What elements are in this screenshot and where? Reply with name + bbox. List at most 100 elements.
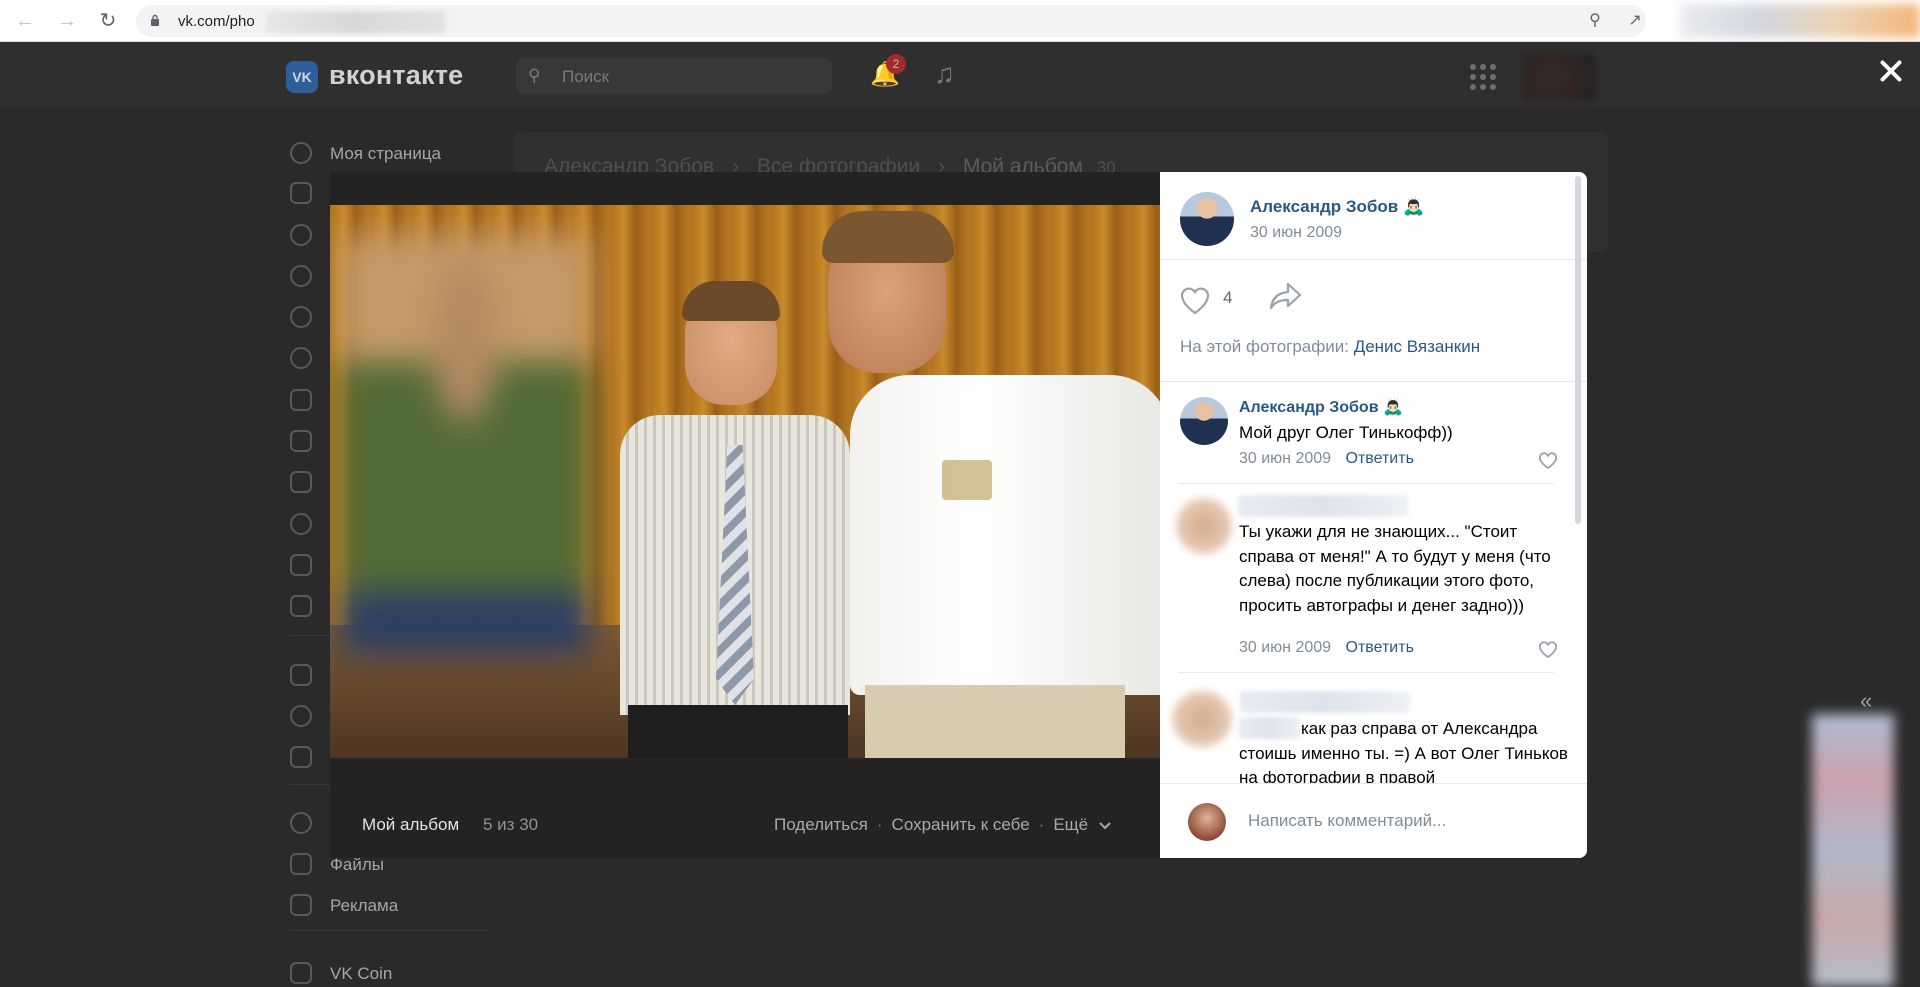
post-date: 30 июн 2009	[1250, 224, 1343, 241]
video-icon	[290, 471, 312, 493]
share-icon[interactable]: ↗	[1624, 11, 1646, 31]
comment-input[interactable]: Написать комментарий...	[1248, 811, 1446, 831]
sidebar-item-my-page[interactable]: Моя страница	[286, 140, 526, 166]
comment-text: как раз справа от Александра стоишь имен…	[1239, 719, 1568, 783]
apps-grid-icon[interactable]	[1470, 64, 1496, 90]
music-note-icon[interactable]: ♫	[934, 58, 955, 90]
sidebar-item-label: VK Coin	[330, 964, 393, 983]
comment-avatar[interactable]	[1176, 498, 1232, 554]
bookmarks-icon	[290, 595, 312, 617]
url-text: vk.com/pho	[178, 13, 255, 30]
comments-list: Александр Зобов 🙇🏻‍♂️ Мой друг Олег Тинь…	[1160, 383, 1573, 783]
comment-divider	[1178, 672, 1554, 673]
comment-text: Мой друг Олег Тинькофф))	[1239, 423, 1453, 442]
author-name[interactable]: Александр Зобов 🙇🏻‍♂️	[1250, 197, 1424, 217]
photo-blurred-person	[340, 235, 590, 655]
friends-icon	[290, 306, 312, 328]
close-icon[interactable]	[1876, 56, 1906, 86]
comment-meta: 30 июн 2009 Ответить	[1239, 450, 1414, 468]
sidebar-item-label: Моя страница	[330, 144, 442, 163]
sidebar-item-ads[interactable]: Реклама	[286, 892, 526, 918]
side-preview-strip[interactable]	[1812, 714, 1894, 987]
likes-section: 4 На этой фотографии: Денис Вязанкин	[1160, 260, 1587, 382]
more-button[interactable]: Ещё	[1053, 815, 1088, 834]
comment-composer[interactable]: Написать комментарий...	[1160, 783, 1587, 858]
search-input[interactable]: ⚲ Поиск	[516, 58, 832, 94]
photos-icon	[290, 389, 312, 411]
comment-heart-icon[interactable]	[1538, 641, 1558, 659]
scrollbar-thumb[interactable]	[1575, 176, 1581, 524]
search-placeholder: Поиск	[562, 67, 610, 86]
likes-count: 4	[1223, 288, 1233, 307]
reload-icon[interactable]: ↻	[95, 8, 121, 34]
heart-icon[interactable]	[1179, 285, 1211, 315]
author-avatar[interactable]	[1180, 192, 1234, 246]
apps-icon	[290, 664, 312, 686]
music-icon	[290, 430, 312, 452]
back-icon[interactable]: ←	[12, 8, 38, 34]
reply-link[interactable]: Ответить	[1346, 639, 1414, 656]
photo[interactable]	[330, 205, 1160, 758]
photo-person-right-hair	[822, 211, 954, 263]
notifications-badge: 2	[886, 54, 906, 74]
messages-icon	[290, 224, 312, 246]
sidebar-item-label: Файлы	[330, 855, 385, 874]
save-button[interactable]: Сохранить к себе	[892, 815, 1030, 834]
tagged-label: На этой фотографии:	[1180, 337, 1349, 356]
url-redacted	[266, 11, 446, 33]
comment-avatar[interactable]	[1180, 397, 1228, 445]
panel-scrollbar[interactable]	[1573, 176, 1583, 524]
share-button[interactable]: Поделиться	[774, 815, 868, 834]
photo-person-left-pants	[628, 705, 848, 758]
album-link[interactable]: Мой альбом	[362, 815, 459, 835]
lock-icon	[151, 14, 159, 26]
browser-toolbar: ← → ↻ vk.com/pho ⚲ ↗	[0, 0, 1920, 42]
tagged-person-link[interactable]: Денис Вязанкин	[1354, 337, 1480, 356]
extensions-area	[1680, 4, 1920, 38]
communities-icon	[290, 347, 312, 369]
comment-divider	[1178, 483, 1554, 484]
comment-date: 30 июн 2009	[1239, 450, 1332, 467]
profile-avatar[interactable]	[1522, 54, 1596, 100]
sidebar-divider	[290, 930, 490, 931]
files-icon	[290, 853, 312, 875]
photo-info-panel: Александр Зобов 🙇🏻‍♂️ 30 июн 2009 4 На э…	[1160, 172, 1587, 858]
vk-logo-icon[interactable]: VK	[286, 61, 318, 93]
viewer-footer: Мой альбом 5 из 30 Поделиться · Сохранить …	[330, 785, 1160, 858]
comment-avatar[interactable]	[1172, 691, 1232, 747]
author-header: Александр Зобов 🙇🏻‍♂️ 30 июн 2009	[1160, 172, 1587, 260]
address-bar[interactable]: vk.com/pho ⚲ ↗	[136, 5, 1646, 37]
chevron-down-icon[interactable]	[1099, 822, 1111, 830]
calls-icon	[290, 265, 312, 287]
zoom-icon[interactable]: ⚲	[1584, 11, 1606, 31]
share-arrow-icon[interactable]	[1268, 280, 1304, 310]
photo-person-right-pants	[865, 685, 1125, 758]
search-icon: ⚲	[528, 66, 541, 85]
news-icon	[290, 182, 312, 204]
ads-icon	[290, 894, 312, 916]
vkcoin-icon	[290, 962, 312, 984]
star-icon	[290, 812, 312, 834]
comment-meta: 30 июн 2009 Ответить	[1239, 639, 1414, 657]
clips-icon	[290, 513, 312, 535]
sidebar-item-vk-coin[interactable]: VK Coin	[286, 960, 526, 986]
double-chevron-left-icon[interactable]: «	[1860, 688, 1872, 714]
reply-link[interactable]: Ответить	[1346, 450, 1414, 467]
comment-author[interactable]: Александр Зобов 🙇🏻‍♂️	[1239, 397, 1403, 417]
vk-logo-text[interactable]: вконтакте	[329, 60, 463, 91]
comment-author-redacted[interactable]	[1238, 495, 1408, 517]
photo-person-right-body	[850, 375, 1160, 695]
photo-position: 5 из 30	[483, 815, 539, 834]
tagged-line: На этой фотографии: Денис Вязанкин	[1180, 337, 1480, 357]
payments-icon	[290, 705, 312, 727]
comment-author-redacted[interactable]	[1240, 691, 1410, 713]
vk-header: VK вконтакте ⚲ Поиск 🔔 2 ♫	[0, 42, 1920, 110]
photo-person-left-hair	[682, 281, 780, 321]
work-icon	[290, 746, 312, 768]
forward-icon[interactable]: →	[54, 8, 80, 34]
photo-shirt-logo	[942, 460, 992, 500]
comment-date: 30 июн 2009	[1239, 639, 1332, 656]
comment-text: Ты укажи для не знающих... "Стоит справа…	[1239, 522, 1551, 615]
user-circle-icon	[290, 142, 312, 164]
comment-heart-icon[interactable]	[1538, 452, 1558, 470]
